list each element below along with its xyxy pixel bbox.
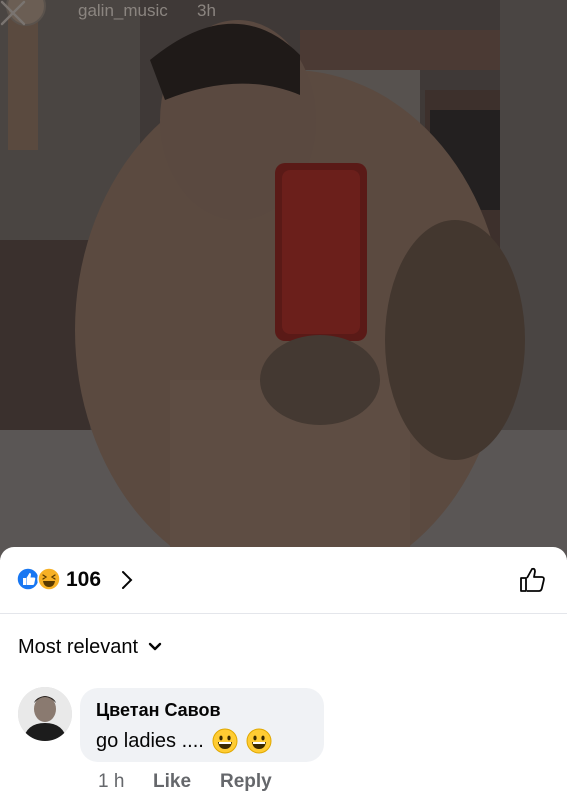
chevron-right-icon[interactable]	[120, 569, 134, 591]
sort-label: Most relevant	[18, 635, 139, 658]
grinning-face-emoji	[246, 728, 272, 754]
photo-scene	[0, 0, 567, 560]
close-icon[interactable]	[0, 0, 26, 26]
avatar-image	[18, 687, 72, 741]
story-username[interactable]: galin_music	[78, 1, 168, 21]
haha-reaction-icon	[37, 567, 61, 591]
thumbs-up-icon[interactable]	[519, 566, 547, 594]
grinning-face-emoji	[212, 728, 238, 754]
story-time: 3h	[197, 1, 216, 20]
comments-sheet: 106 Most relevant Цветан Савов go ladies…	[0, 547, 567, 800]
comment-like-button[interactable]: Like	[153, 771, 220, 793]
comment-text: go ladies ....	[96, 729, 204, 752]
reaction-count[interactable]: 106	[66, 568, 101, 592]
comment-actions: 1 h Like Reply	[98, 771, 272, 793]
comment-reply-button[interactable]: Reply	[220, 771, 272, 793]
comment-author-name[interactable]: Цветан Савов	[96, 700, 221, 721]
story-header: galin_music 3h	[0, 0, 567, 26]
comment-time: 1 h	[98, 771, 125, 792]
reaction-icons[interactable]	[16, 567, 64, 591]
comment-text-row: go ladies ....	[96, 728, 272, 754]
chevron-down-icon	[148, 642, 162, 651]
like-reaction-icon	[16, 567, 40, 591]
comment-author-avatar[interactable]	[18, 687, 72, 741]
story-photo: galin_music 3h	[0, 0, 567, 560]
comment-bubble[interactable]: Цветан Савов go ladies ....	[80, 688, 324, 762]
sort-selector[interactable]: Most relevant	[18, 634, 162, 660]
reactions-bar[interactable]: 106	[0, 547, 567, 614]
